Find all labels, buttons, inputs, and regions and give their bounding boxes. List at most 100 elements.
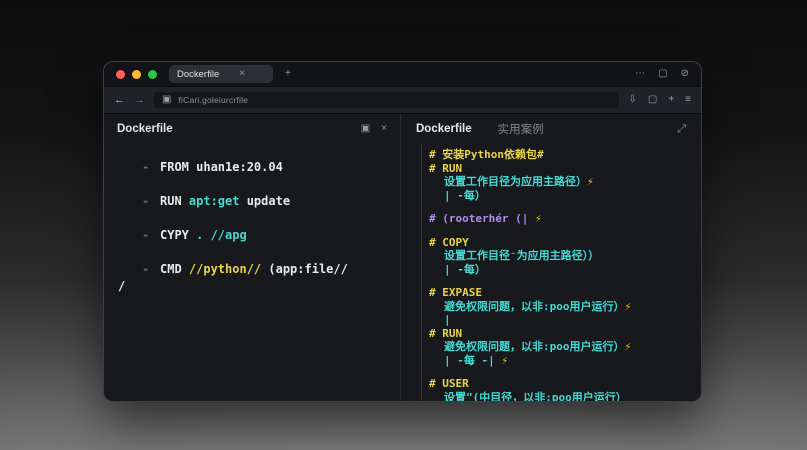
code-token: / (118, 279, 126, 293)
code-token: | -每 -| (444, 353, 502, 367)
code-gap (429, 226, 693, 236)
lightning-bolt-icon: ⚡ (624, 340, 632, 353)
code-token: (app:file// (261, 262, 348, 276)
code-token: # RUN (429, 161, 463, 175)
code-line: # 安装Python依赖包# (429, 148, 693, 162)
code-line: # RUN (429, 327, 693, 341)
code-line: | (429, 313, 693, 327)
lightning-bolt-icon: ⚡ (501, 353, 508, 367)
menu-icon[interactable]: ≡ (685, 95, 691, 105)
lightning-bolt-icon: ⚡ (587, 175, 594, 188)
lightning-bolt-icon: ⚡ (624, 299, 632, 313)
tab-dockerfile[interactable]: Dockerfile (416, 123, 472, 135)
dockerfile-annotated-code[interactable]: # 安装Python依赖包# # RUN 设置工作目径为应用主路径）⚡ | -每） # … (401, 144, 701, 401)
forward-icon[interactable]: → (134, 94, 145, 106)
line-marker: - (142, 160, 150, 174)
indent-guide (421, 144, 422, 401)
code-line: | -每 -| ⚡ (429, 354, 693, 368)
code-token: | -每） (444, 262, 486, 276)
dockerfile-source-code[interactable]: - FROM uhan1e:20.04- RUN apt:get update - CY… (104, 144, 400, 313)
code-line: / (118, 279, 386, 293)
back-icon[interactable]: ← (114, 94, 125, 106)
code-token: 设置工作目径为应用主路径） (444, 175, 587, 188)
code-token: CMD (160, 262, 189, 276)
code-line: 避免权限问题，以非:poo用户运行）⚡ (429, 300, 693, 314)
left-pane-header: Dockerfile ▣ × (104, 114, 400, 144)
page-content: Dockerfile ▣ × - FROM uhan1e:20.04- RUN ap… (104, 114, 701, 401)
window-icon[interactable]: ▢ (658, 69, 667, 79)
left-pane-actions: ▣ × (361, 124, 387, 134)
code-token: # COPY (429, 235, 469, 249)
code-line: # (rooterhér (| ⚡ (429, 212, 693, 226)
code-line: - FROM uhan1e:20.04 (118, 160, 386, 174)
code-gap (429, 367, 693, 377)
code-line: 设置工作目径⁻为应用主路径）） (429, 249, 693, 263)
code-token: update (239, 194, 291, 208)
code-token: # RUN (429, 326, 463, 340)
close-panel-icon[interactable]: × (381, 124, 387, 134)
code-token: RUN (160, 194, 189, 208)
code-token: 设置"(中目径，以非:poo用户运行） (444, 390, 627, 402)
windows-icon[interactable]: ▢ (648, 95, 657, 105)
line-marker: - (142, 194, 150, 208)
close-window-button[interactable] (116, 69, 125, 79)
code-line: - CMD //python// (app:file// (118, 262, 386, 276)
browser-window: Dockerfile × + ⋯ ▢ ⊘ ← → ▣ fiCari.goleiu… (104, 62, 701, 401)
code-line: | -每） (429, 189, 693, 203)
tab-title: Dockerfile (177, 68, 220, 80)
site-icon: ▣ (162, 94, 172, 105)
browser-tab-dockerfile[interactable]: Dockerfile × (169, 65, 273, 83)
more-icon[interactable]: ⋯ (635, 69, 645, 79)
expand-icon[interactable]: ⤢ (677, 123, 686, 136)
code-line: 避免权限问题，以非:poo用户运行）⚡ (429, 340, 693, 354)
dockerfile-explanation-pane: Dockerfile 实用案例 ⤢ # 安装Python依赖包# # RUN 设置工… (401, 114, 701, 401)
code-line: # USER (429, 377, 693, 391)
overflow-icon[interactable]: ⊘ (681, 69, 689, 79)
code-line: 设置工作目径为应用主路径）⚡ (429, 175, 693, 189)
code-token: 设置工作目径⁻为应用主路径）） (444, 249, 600, 262)
code-token: CYPY (160, 228, 197, 242)
code-line: # RUN (429, 162, 693, 176)
address-bar: ← → ▣ fiCari.goleiurcrfile ⇩ ▢ + ≡ (104, 86, 701, 114)
code-token: # EXPASE (429, 286, 482, 299)
panel-icon[interactable]: ▣ (361, 124, 370, 134)
address-bar-actions: ⇩ ▢ + ≡ (628, 95, 691, 105)
zoom-window-button[interactable] (148, 69, 157, 79)
browser-tab-bar: Dockerfile × + ⋯ ▢ ⊘ (104, 62, 701, 86)
code-token: # (rooterhér (| (429, 212, 535, 225)
code-token: . //apg (196, 228, 247, 242)
code-token: # 安装Python依赖包# (429, 148, 544, 161)
code-gap (429, 276, 693, 286)
code-line: # COPY (429, 236, 693, 250)
tab-practical-examples[interactable]: 实用案例 (498, 121, 544, 137)
code-token: | (444, 313, 451, 326)
code-line: | -每） (429, 263, 693, 277)
code-token: | -每） (444, 188, 486, 202)
desktop-background: Dockerfile × + ⋯ ▢ ⊘ ← → ▣ fiCari.goleiu… (0, 0, 807, 450)
code-token: 避免权限问题，以非:poo用户运行） (444, 340, 625, 353)
code-line: - CYPY . //apg (118, 228, 386, 242)
code-token: 避免权限问题，以非:poo用户运行） (444, 299, 625, 313)
code-token: FROM uhan1e:20.04 (160, 160, 283, 174)
download-icon[interactable]: ⇩ (628, 95, 636, 105)
new-tab-icon[interactable]: + (285, 69, 291, 79)
tab-bar-actions: ⋯ ▢ ⊘ (635, 69, 689, 79)
right-pane-header: Dockerfile 实用案例 ⤢ (401, 114, 701, 144)
url-text: fiCari.goleiurcrfile (178, 95, 249, 105)
line-marker: - (142, 228, 150, 242)
tab-close-icon[interactable]: × (239, 69, 245, 79)
lightning-bolt-icon: ⚡ (534, 212, 542, 225)
dockerfile-editor-pane: Dockerfile ▣ × - FROM uhan1e:20.04- RUN ap… (104, 114, 401, 401)
code-token: apt:get (188, 194, 240, 208)
code-line: 设置"(中目径，以非:poo用户运行） (429, 391, 693, 402)
minimize-window-button[interactable] (132, 69, 141, 79)
url-field[interactable]: ▣ fiCari.goleiurcrfile (154, 92, 620, 108)
code-gap (429, 202, 693, 212)
plus-icon[interactable]: + (668, 95, 674, 105)
code-token: //python// (188, 262, 262, 276)
left-pane-title: Dockerfile (117, 123, 173, 135)
window-controls (116, 69, 157, 79)
code-line: - RUN apt:get update (118, 194, 386, 208)
line-marker: - (142, 262, 150, 276)
code-line: # EXPASE (429, 286, 693, 300)
